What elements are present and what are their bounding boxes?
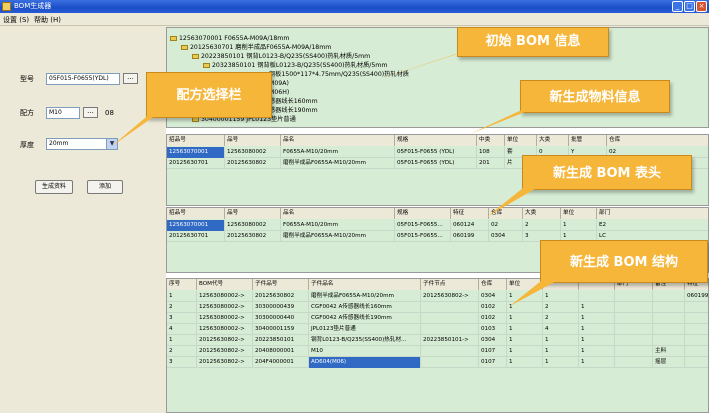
pointer-recipe-bar (112, 108, 166, 146)
pointer-new-material (470, 106, 540, 134)
pointer-initial-bom (370, 48, 476, 82)
pointer-new-bom-structure (510, 277, 560, 306)
pointer-new-bom-header (488, 184, 540, 216)
callout-pointers (112, 48, 560, 306)
